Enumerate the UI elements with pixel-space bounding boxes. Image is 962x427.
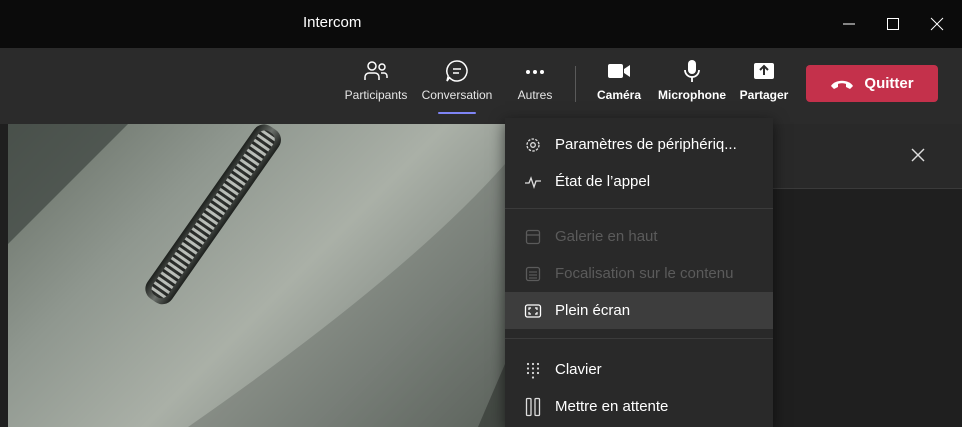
maximize-button[interactable]	[876, 8, 910, 40]
more-icon	[522, 56, 548, 86]
menu-item-label: Focalisation sur le contenu	[555, 265, 734, 282]
menu-item-content-focus: Focalisation sur le contenu	[505, 255, 773, 292]
pause-icon	[523, 397, 543, 417]
share-label: Partager	[739, 88, 789, 102]
hang-up-icon	[831, 80, 854, 89]
menu-divider	[505, 208, 773, 209]
menu-item-label: Clavier	[555, 361, 602, 378]
more-label: Autres	[517, 88, 553, 102]
gear-icon	[523, 135, 543, 155]
menu-item-label: Galerie en haut	[555, 228, 658, 245]
menu-item-label: État de l’appel	[555, 173, 651, 190]
pulse-icon	[523, 172, 543, 192]
camera-icon	[605, 56, 633, 86]
participants-icon	[363, 56, 389, 86]
close-panel-button[interactable]	[910, 147, 926, 168]
quit-label: Quitter	[864, 75, 914, 92]
conversation-label: Conversation	[421, 88, 493, 102]
content-focus-icon	[523, 264, 543, 284]
video-frame	[8, 124, 505, 427]
toolbar-divider	[575, 66, 576, 102]
menu-item-hold[interactable]: Mettre en attente	[505, 388, 773, 425]
participants-label: Participants	[344, 88, 408, 102]
menu-item-call-health[interactable]: État de l’appel	[505, 163, 773, 200]
camera-label: Caméra	[596, 88, 642, 102]
window-title: Intercom	[303, 14, 362, 31]
gallery-icon	[523, 227, 543, 247]
fullscreen-icon	[523, 301, 543, 321]
menu-item-label: Mettre en attente	[555, 398, 669, 415]
title-bar: Intercom	[0, 0, 962, 48]
close-icon	[911, 148, 925, 162]
microphone-icon	[679, 56, 705, 86]
side-panel-header	[773, 124, 962, 189]
close-window-button[interactable]	[920, 8, 954, 40]
menu-item-dialpad[interactable]: Clavier	[505, 351, 773, 388]
conversation-button[interactable]: Conversation	[418, 56, 496, 118]
microphone-label: Microphone	[658, 88, 726, 102]
video-feed	[8, 124, 505, 427]
menu-divider	[505, 338, 773, 339]
minimize-icon	[843, 23, 855, 25]
participants-button[interactable]: Participants	[342, 56, 410, 118]
menu-item-device-settings[interactable]: Paramètres de périphériq...	[505, 126, 773, 163]
share-icon	[751, 56, 777, 86]
call-toolbar: Participants Conversation Autres Caméra …	[0, 48, 962, 124]
minimize-button[interactable]	[832, 8, 866, 40]
menu-item-gallery-top: Galerie en haut	[505, 218, 773, 255]
menu-item-fullscreen[interactable]: Plein écran	[505, 292, 773, 329]
conversation-active-indicator	[438, 112, 476, 114]
chat-icon	[444, 56, 470, 86]
maximize-icon	[887, 18, 899, 30]
share-button[interactable]: Partager	[737, 56, 791, 118]
more-button[interactable]: Autres	[510, 56, 560, 118]
microphone-button[interactable]: Microphone	[655, 56, 729, 118]
dialpad-icon	[523, 360, 543, 380]
menu-item-label: Paramètres de périphériq...	[555, 136, 737, 153]
more-options-menu: Paramètres de périphériq... État de l’ap…	[505, 118, 773, 427]
close-icon	[930, 17, 944, 31]
quit-call-button[interactable]: Quitter	[806, 65, 938, 102]
menu-item-label: Plein écran	[555, 302, 631, 319]
camera-button[interactable]: Caméra	[592, 56, 646, 118]
